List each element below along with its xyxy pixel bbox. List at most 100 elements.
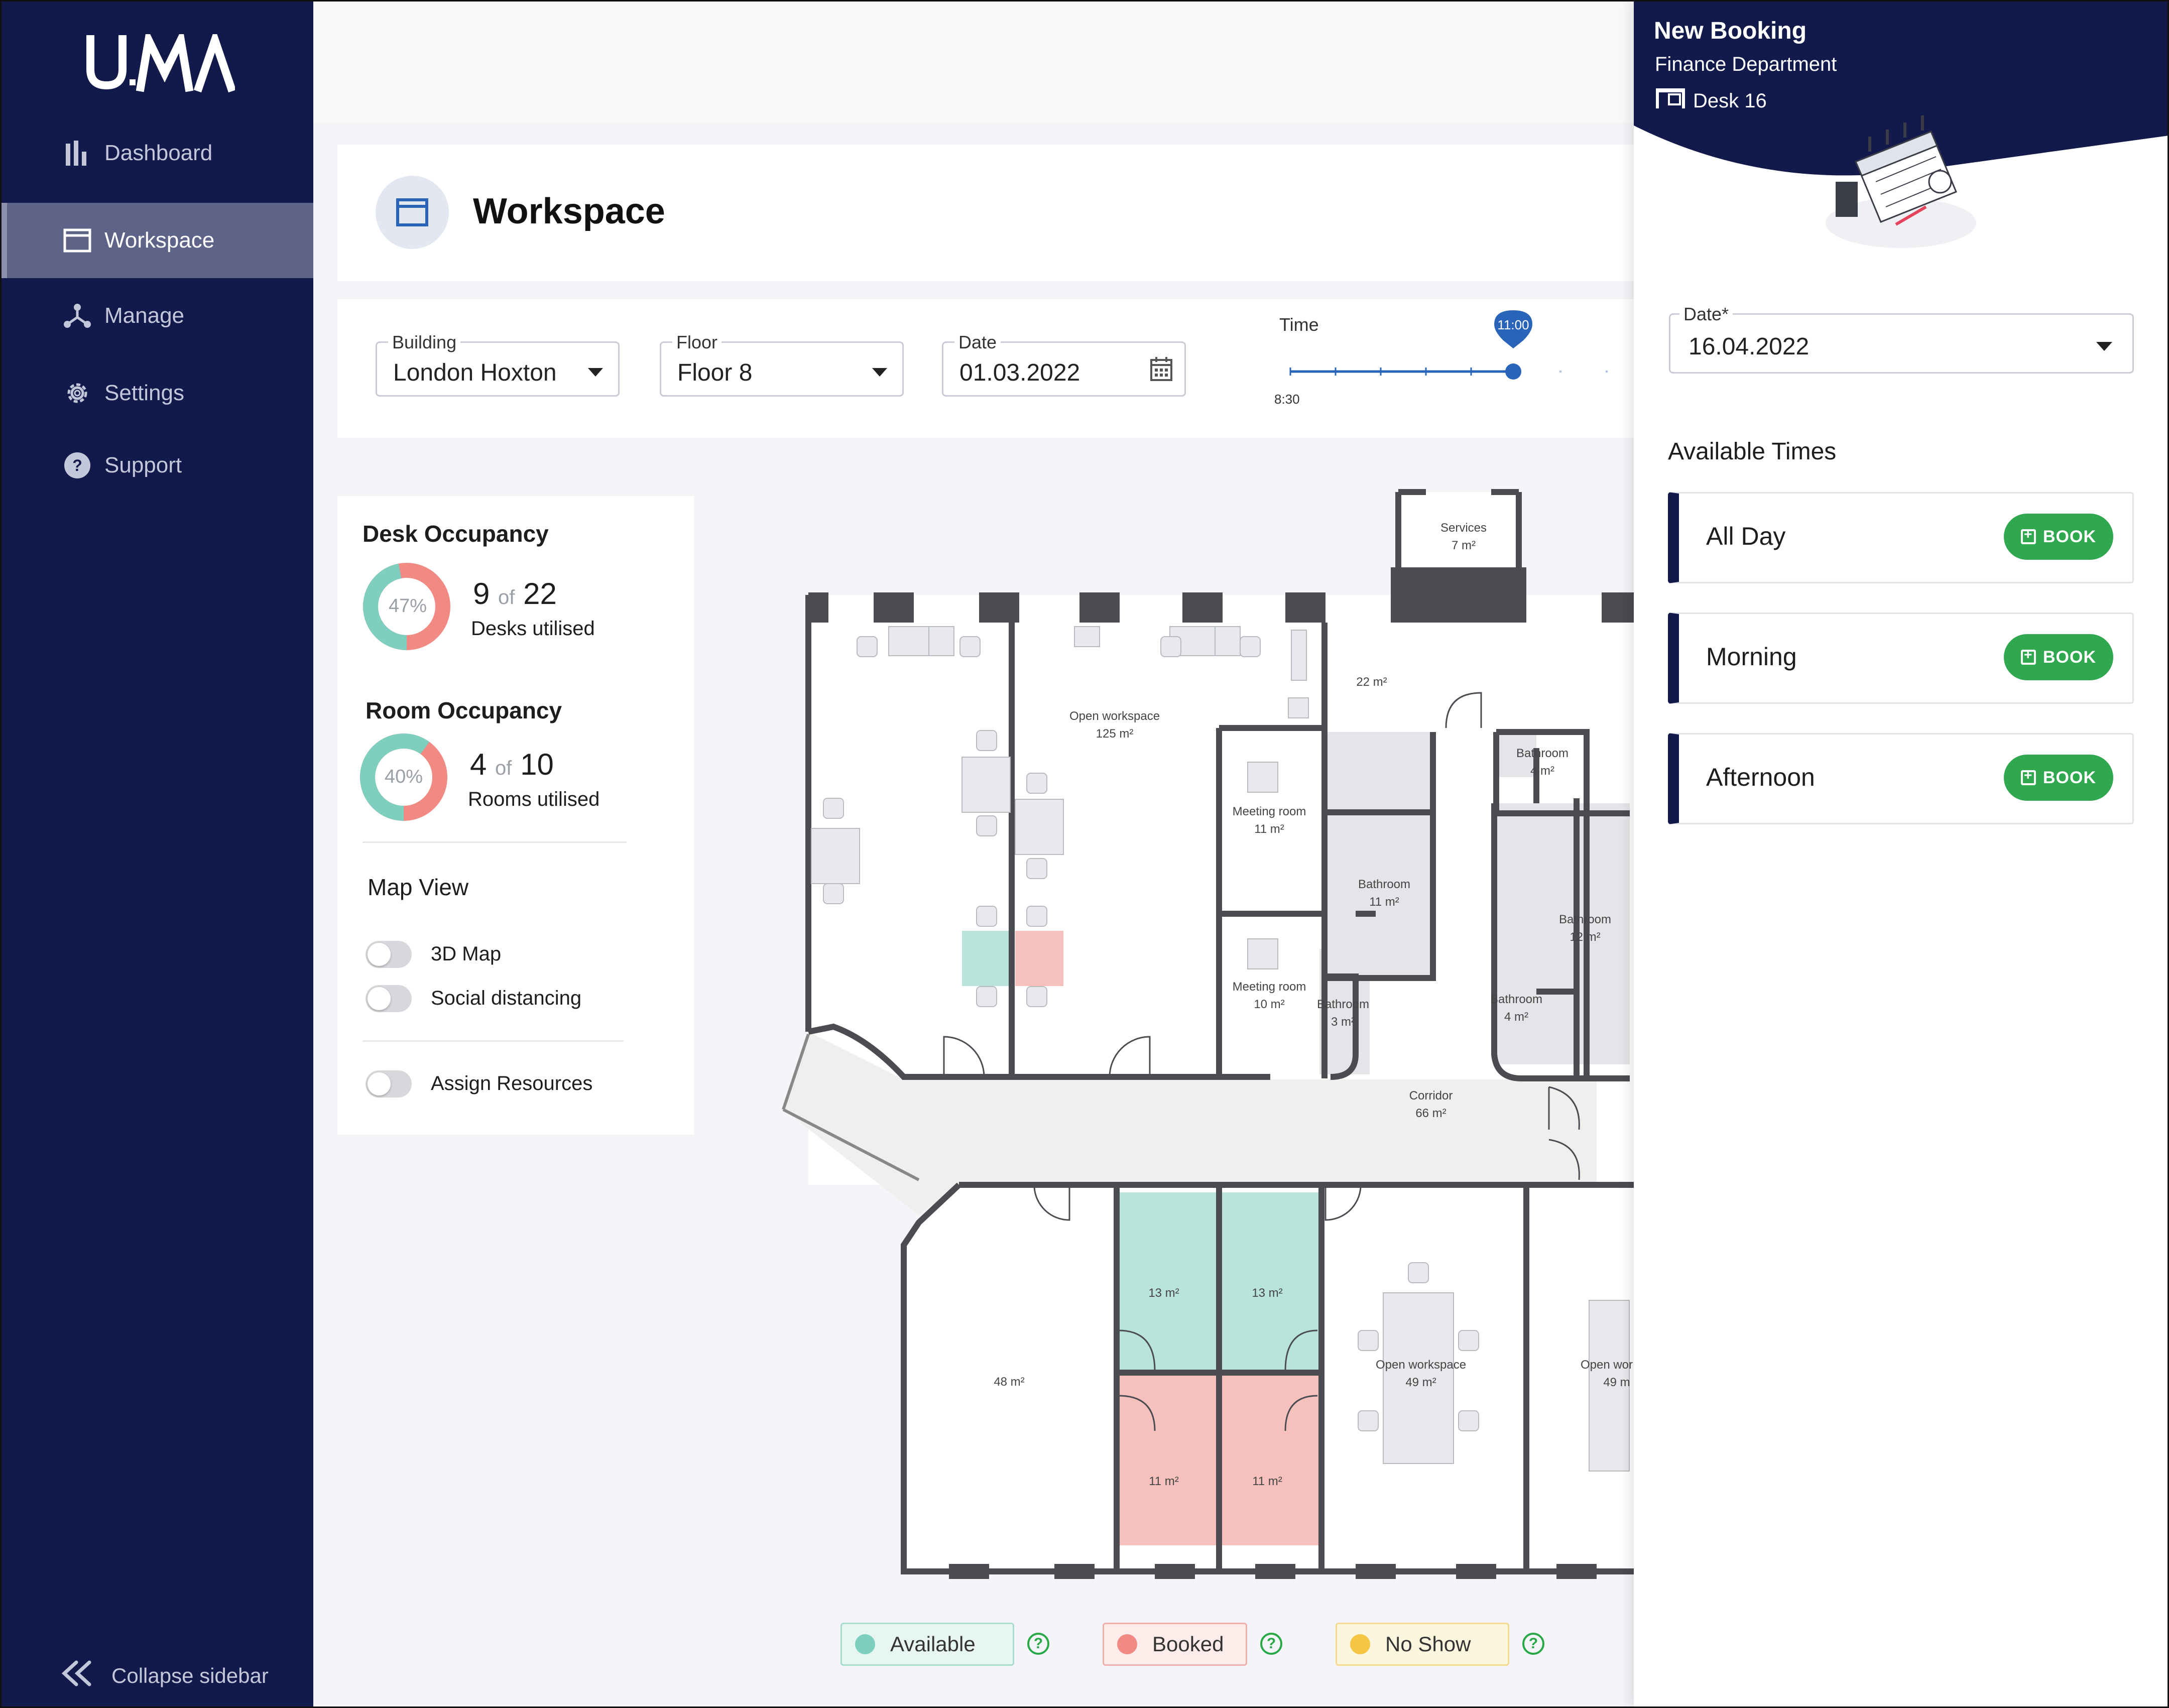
booking-date-select[interactable]: Date* 16.04.2022 <box>1669 304 2134 374</box>
room-booked[interactable] <box>1119 1375 1217 1545</box>
assign-resources-label: Assign Resources <box>431 1072 593 1094</box>
slot-all-day: All Day BOOK <box>1668 492 2134 583</box>
booking-date-value: 16.04.2022 <box>1689 333 1810 360</box>
building-select[interactable]: Building London Hoxton <box>376 332 620 397</box>
svg-text:13 m²: 13 m² <box>1148 1286 1179 1300</box>
help-icon[interactable]: ? <box>1522 1633 1544 1655</box>
gear-icon <box>62 378 92 408</box>
room-total: 10 <box>520 748 554 781</box>
sidebar-item-support[interactable]: ? Support <box>0 428 313 503</box>
room-booked[interactable] <box>1221 1375 1319 1545</box>
desk-used: 9 <box>473 577 490 611</box>
book-button[interactable]: BOOK <box>2004 755 2113 801</box>
divider <box>363 841 627 843</box>
svg-text:4 m²: 4 m² <box>1530 764 1554 778</box>
building-label: Building <box>388 332 461 353</box>
social-distancing-label: Social distancing <box>431 987 582 1009</box>
legend-dot <box>1350 1634 1370 1654</box>
svg-text:10 m²: 10 m² <box>1254 998 1284 1011</box>
sidebar-item-settings[interactable]: Settings <box>0 355 313 431</box>
svg-text:Open wor: Open wor <box>1581 1358 1633 1372</box>
book-label: BOOK <box>2043 527 2096 546</box>
desk-available[interactable] <box>962 931 1010 986</box>
svg-text:?: ? <box>72 456 82 474</box>
calendar-plus-icon <box>2021 647 2036 665</box>
sidebar-item-label: Settings <box>104 381 184 405</box>
time-slider[interactable]: 11:00 <box>1285 306 1634 387</box>
book-label: BOOK <box>2043 768 2096 787</box>
desk-count: 9 of 22 <box>473 576 557 611</box>
svg-text:48 m²: 48 m² <box>994 1375 1024 1389</box>
of-label: of <box>498 586 515 608</box>
room-caption: Rooms utilised <box>468 788 600 810</box>
svg-text:4 m²: 4 m² <box>1504 1010 1528 1024</box>
sidebar-item-label: Support <box>104 453 182 477</box>
svg-text:Bathroom: Bathroom <box>1490 993 1542 1006</box>
assign-resources-toggle[interactable] <box>366 1070 412 1097</box>
book-label: BOOK <box>2043 647 2096 667</box>
desk-caption: Desks utilised <box>471 618 595 640</box>
slider-thumb[interactable] <box>1505 363 1521 380</box>
svg-text:49 m: 49 m <box>1603 1376 1630 1389</box>
of-label: of <box>495 757 512 779</box>
floor-plan[interactable]: Services 7 m² Open workspace 125 m² 22 m… <box>753 487 1634 1581</box>
sidebar-item-label: Workspace <box>104 228 215 253</box>
svg-text:7 m²: 7 m² <box>1452 539 1476 552</box>
help-icon[interactable]: ? <box>1027 1633 1049 1655</box>
sidebar-item-workspace[interactable]: Workspace <box>0 203 313 278</box>
calendar-plus-icon <box>2021 526 2036 544</box>
room-occupancy-title: Room Occupancy <box>366 697 562 723</box>
3d-map-label: 3D Map <box>431 943 502 965</box>
slot-morning: Morning BOOK <box>1668 613 2134 704</box>
legend-dot <box>1117 1634 1137 1654</box>
svg-text:Meeting room: Meeting room <box>1233 980 1306 994</box>
legend-label: Available <box>890 1632 976 1656</box>
3d-map-toggle[interactable] <box>366 941 412 968</box>
slot-label: All Day <box>1706 522 1786 550</box>
room-available[interactable] <box>1119 1192 1217 1371</box>
collapse-sidebar-button[interactable]: Collapse sidebar <box>59 1659 269 1692</box>
booking-desk: Desk 16 <box>1655 87 1767 114</box>
desk-percent: 47% <box>389 595 427 617</box>
sidebar-item-dashboard[interactable]: Dashboard <box>0 115 313 191</box>
calendar-icon[interactable] <box>1149 356 1173 385</box>
network-icon <box>62 301 92 331</box>
svg-text:Open workspace: Open workspace <box>1069 709 1160 723</box>
room-percent: 40% <box>385 766 423 787</box>
desk-icon <box>1655 87 1686 114</box>
social-distancing-toggle[interactable] <box>366 985 412 1012</box>
svg-text:3 m²: 3 m² <box>1331 1015 1355 1029</box>
collapse-sidebar-label: Collapse sidebar <box>111 1664 269 1687</box>
legend-booked: Booked <box>1103 1623 1247 1666</box>
caret-down-icon <box>872 368 887 377</box>
desk-name: Desk 16 <box>1693 89 1767 112</box>
desk-occupancy-title: Desk Occupancy <box>363 521 549 547</box>
help-icon[interactable]: ? <box>1260 1633 1282 1655</box>
floor-select[interactable]: Floor Floor 8 <box>660 332 904 397</box>
svg-text:Meeting room: Meeting room <box>1233 805 1306 818</box>
legend-dot <box>855 1634 875 1654</box>
desk-total: 22 <box>523 577 557 611</box>
date-label: Date <box>954 332 1001 353</box>
svg-text:Bathroom: Bathroom <box>1317 998 1369 1011</box>
svg-text:125 m²: 125 m² <box>1096 727 1134 741</box>
legend-available: Available <box>840 1623 1014 1666</box>
legend-label: No Show <box>1385 1632 1471 1656</box>
caret-down-icon <box>588 368 603 377</box>
desk-booked[interactable] <box>1015 931 1063 986</box>
room-count: 4 of 10 <box>470 747 554 782</box>
booking-title: New Booking <box>1654 18 1807 44</box>
svg-text:Bathroom: Bathroom <box>1516 747 1569 760</box>
time-start-label: 8:30 <box>1274 392 1300 407</box>
room-available[interactable] <box>1221 1192 1319 1371</box>
map-view-title: Map View <box>368 874 469 900</box>
legend-no-show: No Show <box>1336 1623 1509 1666</box>
calendar-illustration-icon <box>1826 115 1976 248</box>
book-button[interactable]: BOOK <box>2004 634 2113 680</box>
slot-label: Afternoon <box>1706 763 1815 791</box>
svg-text:Bathroom: Bathroom <box>1559 913 1611 926</box>
help-circle-icon: ? <box>62 450 92 480</box>
sidebar-item-manage[interactable]: Manage <box>0 278 313 353</box>
book-button[interactable]: BOOK <box>2004 514 2113 560</box>
date-field[interactable]: Date 01.03.2022 <box>942 332 1186 397</box>
